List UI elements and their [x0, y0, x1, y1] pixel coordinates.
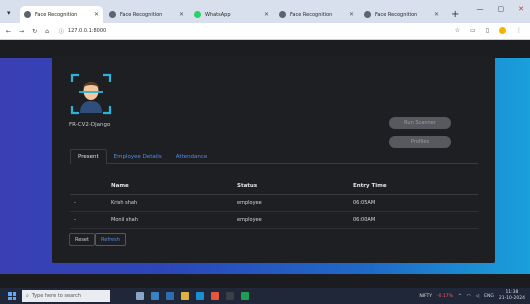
- browser-tab-3[interactable]: WhatsApp ✕: [190, 6, 273, 23]
- toolbar-actions: ☆ ▭ ▯ ⋮: [455, 27, 522, 34]
- header-status: Status: [237, 182, 258, 189]
- cell-entry-time: 06:00AM: [353, 217, 376, 223]
- tab-present[interactable]: Present: [70, 149, 107, 164]
- browser-tab-label: Face Recognition: [290, 11, 333, 18]
- browser-tab-1[interactable]: Face Recognition ✕: [20, 6, 103, 23]
- row-bullet: -: [74, 217, 76, 223]
- profiles-button[interactable]: Profiles: [389, 136, 451, 148]
- browser-tab-label: Face Recognition: [375, 11, 418, 18]
- globe-icon: [364, 11, 371, 18]
- menu-icon[interactable]: ⋮: [516, 27, 522, 34]
- globe-icon: [279, 11, 286, 18]
- volume-icon[interactable]: ◁: [476, 294, 479, 299]
- close-icon[interactable]: ✕: [349, 11, 354, 18]
- browser-tab-5[interactable]: Face Recognition ✕: [360, 6, 443, 23]
- browser-tab-label: WhatsApp: [205, 11, 231, 18]
- run-scanner-button[interactable]: Run Scanner: [389, 117, 451, 129]
- cell-status: employee: [237, 200, 262, 206]
- close-icon[interactable]: ✕: [264, 11, 269, 18]
- cell-name: Krish shah: [111, 200, 138, 206]
- chrome-icon[interactable]: [211, 292, 219, 300]
- edge-icon[interactable]: [196, 292, 204, 300]
- back-icon[interactable]: ←: [6, 28, 11, 35]
- maximize-icon[interactable]: ▢: [498, 5, 505, 13]
- widgets-icon[interactable]: [151, 292, 159, 300]
- browser-tab-2[interactable]: Face Recognition ✕: [105, 6, 188, 23]
- excel-icon[interactable]: [241, 292, 249, 300]
- browser-tab-label: Face Recognition: [120, 11, 163, 18]
- taskbar-apps: [136, 292, 249, 300]
- cell-status: employee: [237, 217, 262, 223]
- tray-chevron-icon[interactable]: ^: [458, 294, 462, 299]
- language-indicator[interactable]: ENG: [484, 294, 494, 299]
- globe-icon: [24, 11, 31, 18]
- reload-icon[interactable]: ↻: [32, 28, 37, 35]
- globe-icon: [109, 11, 116, 18]
- face-recognition-logo: [70, 73, 112, 115]
- header-name: Name: [111, 182, 129, 189]
- close-icon[interactable]: ✕: [94, 11, 99, 18]
- clock-date: 21-10-2024: [498, 296, 525, 301]
- cell-name: Monil shah: [111, 217, 138, 223]
- taskbar: ⌕ Type here to search NIFTY -0.17% ^ ◠ ◁…: [0, 288, 530, 304]
- mail-icon[interactable]: [166, 292, 174, 300]
- extension-icon[interactable]: [499, 27, 506, 34]
- table-row: - Krish shah employee 06:05AM: [70, 195, 478, 212]
- cell-entry-time: 06:05AM: [353, 200, 376, 206]
- site-info-icon[interactable]: ⓘ: [59, 28, 64, 35]
- tab-attendance[interactable]: Attendance: [169, 149, 215, 164]
- clock[interactable]: 11:38 21-10-2024: [499, 290, 525, 302]
- app-title: FR-CV2-Django: [69, 122, 111, 128]
- main-panel: FR-CV2-Django Run Scanner Profiles Prese…: [52, 56, 495, 263]
- address-bar[interactable]: ⓘ 127.0.0.1:8000: [59, 28, 106, 35]
- taskbar-search[interactable]: ⌕ Type here to search: [22, 290, 110, 302]
- whatsapp-icon: [194, 11, 201, 18]
- url-text: 127.0.0.1:8000: [67, 28, 107, 34]
- close-icon[interactable]: ✕: [434, 11, 439, 18]
- table-header: Name Status Entry Time: [70, 177, 478, 195]
- browser-toolbar: ← → ↻ ⌂ ⓘ 127.0.0.1:8000 ☆ ▭ ▯ ⋮: [0, 23, 530, 40]
- content-tabs: Present Employee Details Attendance: [70, 149, 478, 164]
- header-entry-time: Entry Time: [353, 182, 387, 189]
- browser-tabstrip: ▾ Face Recognition ✕ Face Recognition ✕ …: [0, 0, 530, 23]
- search-placeholder: Type here to search: [31, 293, 81, 299]
- terminal-icon[interactable]: [226, 292, 234, 300]
- forward-icon[interactable]: →: [19, 28, 24, 35]
- close-icon[interactable]: ✕: [179, 11, 184, 18]
- stock-change: -0.17%: [437, 293, 453, 299]
- system-tray: NIFTY -0.17% ^ ◠ ◁ ENG 11:38 21-10-2024: [419, 288, 525, 304]
- windows-start-icon[interactable]: [8, 292, 16, 300]
- new-tab-icon[interactable]: +: [451, 9, 459, 20]
- minimize-icon[interactable]: —: [477, 5, 484, 13]
- tab-search-icon[interactable]: ▾: [7, 9, 11, 17]
- file-explorer-icon[interactable]: [181, 292, 189, 300]
- table-row: - Monil shah employee 06:00AM: [70, 212, 478, 229]
- window-controls: — ▢ ✕: [477, 5, 525, 13]
- page-content: FR-CV2-Django Run Scanner Profiles Prese…: [0, 40, 530, 275]
- browser-tab-4[interactable]: Face Recognition ✕: [275, 6, 358, 23]
- tab-employee-details[interactable]: Employee Details: [107, 149, 169, 164]
- search-icon: ⌕: [26, 293, 29, 299]
- stock-name: NIFTY: [419, 293, 433, 299]
- window-close-icon[interactable]: ✕: [518, 5, 524, 13]
- reset-button[interactable]: Reset: [69, 233, 95, 246]
- tab-groups-icon[interactable]: ▭: [470, 27, 476, 34]
- home-icon[interactable]: ⌂: [45, 28, 49, 35]
- browser-tab-label: Face Recognition: [35, 11, 78, 18]
- network-icon[interactable]: ◠: [467, 294, 471, 299]
- row-bullet: -: [74, 200, 76, 206]
- present-table: Name Status Entry Time - Krish shah empl…: [70, 177, 478, 229]
- refresh-button[interactable]: Refresh: [95, 233, 126, 246]
- task-view-icon[interactable]: [136, 292, 144, 300]
- bookmark-star-icon[interactable]: ☆: [455, 27, 460, 34]
- sidebar-icon[interactable]: ▯: [486, 27, 489, 34]
